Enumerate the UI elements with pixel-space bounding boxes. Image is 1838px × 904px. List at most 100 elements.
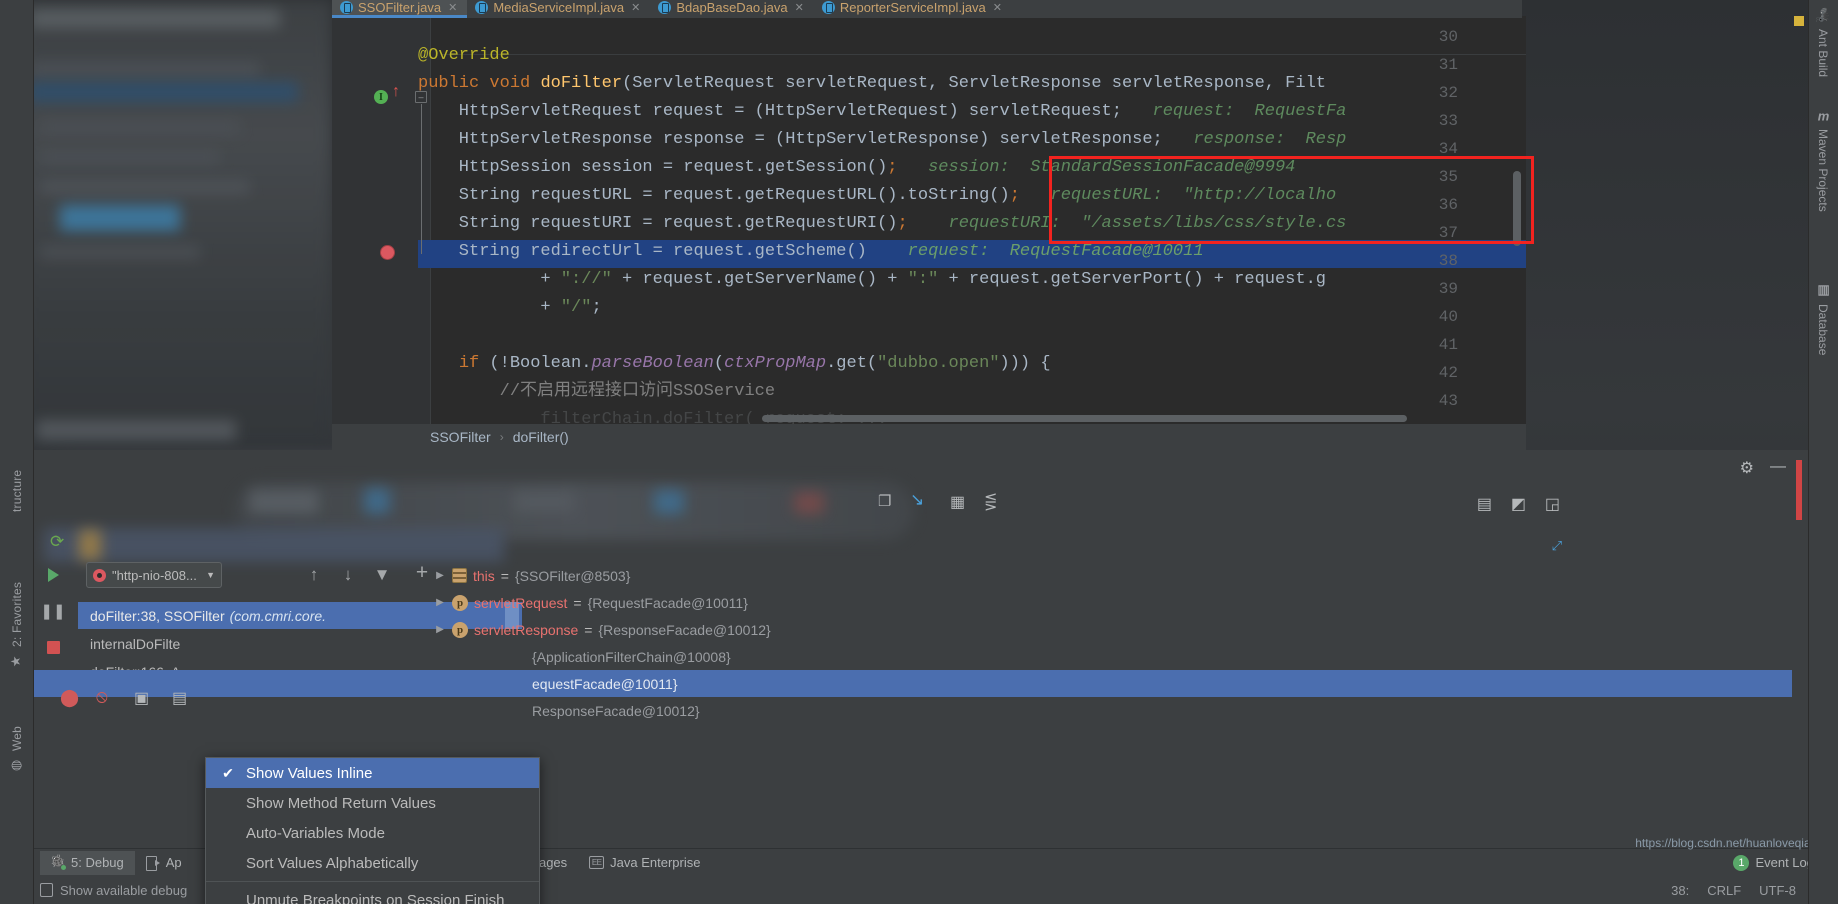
debugger-settings-context-menu[interactable]: ✔ Show Values Inline Show Method Return …: [205, 757, 540, 904]
screenshot-camera-icon[interactable]: ▣: [134, 688, 149, 708]
error-stripe-marker[interactable]: [1796, 460, 1802, 520]
close-icon[interactable]: ✕: [448, 1, 457, 14]
editor-tab-bar[interactable]: SSOFilter.java ✕ MediaServiceImpl.java ✕…: [332, 0, 1522, 18]
debug-run-controls[interactable]: ❚❚ ⬤: [34, 522, 70, 772]
event-count-badge: 1: [1733, 854, 1750, 871]
variable-row[interactable]: equestFacade@10011}: [34, 670, 1792, 697]
step-out-icon[interactable]: ↘: [910, 490, 924, 510]
warning-stripe-marker[interactable]: [1794, 16, 1804, 26]
line-separator[interactable]: CRLF: [1707, 883, 1741, 898]
right-tool-window-bar[interactable]: 🐜 Ant Build m Maven Projects ▤ Database: [1808, 0, 1838, 904]
stop-button[interactable]: [40, 634, 66, 660]
menu-item-show-values-inline[interactable]: ✔ Show Values Inline: [206, 758, 539, 788]
sidebar-item-label: tructure: [10, 469, 24, 512]
breadcrumb-class[interactable]: SSOFilter: [430, 429, 491, 445]
maven-icon: m: [1817, 108, 1829, 124]
file-encoding[interactable]: UTF-8: [1759, 883, 1796, 898]
left-tool-window-bar[interactable]: tructure ★ 2: Favorites ◍ Web: [0, 0, 34, 904]
code-line-37: String requestURI = request.getRequestUR…: [418, 214, 1347, 233]
hide-icon[interactable]: ◲: [1545, 494, 1560, 514]
parameter-icon: p: [452, 594, 468, 611]
tool-window-application-servers[interactable]: Ap: [135, 851, 193, 875]
code-line-31: @Override: [418, 46, 510, 65]
expand-chevron-icon[interactable]: ▶: [434, 597, 446, 608]
sidebar-item-label: Database: [1816, 304, 1830, 356]
caret-position[interactable]: 38:: [1671, 883, 1689, 898]
frame-package: (com.cmri.core.: [229, 607, 327, 624]
tool-window-debug[interactable]: 5: Debug: [40, 850, 135, 875]
filter-frames-button[interactable]: ▼: [370, 562, 394, 586]
java-file-icon: [475, 0, 489, 14]
sidebar-item-web[interactable]: ◍ Web: [0, 686, 34, 772]
close-icon[interactable]: ✕: [631, 1, 640, 14]
layout-settings-icon[interactable]: ▤: [1477, 494, 1492, 514]
thread-selector-value: "http-nio-808...: [112, 567, 197, 583]
settings-gear-icon[interactable]: ⚙: [1740, 458, 1754, 478]
minimize-icon[interactable]: —: [1770, 458, 1786, 476]
mute-breakpoints-icon[interactable]: ⬤: [60, 688, 79, 708]
code-text-area[interactable]: @Override public void doFilter(ServletRe…: [418, 16, 1526, 424]
breakpoint-icon[interactable]: [380, 245, 395, 260]
variable-row[interactable]: ResponseFacade@10012}: [532, 697, 1790, 724]
watermark-text: https://blog.csdn.net/huanloveqiang: [1635, 836, 1824, 850]
step-down-frame-button[interactable]: ↓: [336, 562, 360, 586]
tool-window-label: Ap: [165, 855, 182, 870]
editor-vertical-scrollbar[interactable]: [1513, 171, 1521, 246]
tool-window-label: Java Enterprise: [610, 855, 701, 870]
variable-row[interactable]: {ApplicationFilterChain@10008}: [532, 643, 1790, 670]
editor-tab-2[interactable]: BdapBaseDao.java ✕: [650, 0, 814, 18]
menu-item-unmute-breakpoints-on-session-finish[interactable]: Unmute Breakpoints on Session Finish: [206, 885, 539, 904]
variable-row[interactable]: ▶ p servletRequest = {RequestFacade@1001…: [434, 589, 1692, 616]
menu-item-label: Show Values Inline: [246, 764, 373, 782]
tool-window-java-enterprise[interactable]: EE Java Enterprise: [578, 851, 711, 875]
sidebar-item-maven-projects[interactable]: m Maven Projects: [1808, 108, 1838, 270]
editor-gutter[interactable]: [332, 16, 430, 424]
chevron-down-icon[interactable]: ▼: [206, 570, 215, 580]
close-icon[interactable]: ✕: [795, 1, 804, 14]
pause-program-button[interactable]: ❚❚: [40, 598, 66, 624]
web-icon: ◍: [9, 756, 25, 772]
database-icon: ▤: [1815, 282, 1831, 297]
sidebar-item-database[interactable]: ▤ Database: [1808, 282, 1838, 394]
code-line-34: HttpServletResponse response = (HttpServ…: [418, 130, 1347, 149]
variable-row[interactable]: ▶ this = {SSOFilter@8503}: [434, 562, 1692, 589]
menu-item-auto-variables-mode[interactable]: Auto-Variables Mode: [206, 818, 539, 848]
editor-tab-label: MediaServiceImpl.java: [493, 0, 625, 15]
expand-chevron-icon[interactable]: ▶: [434, 624, 446, 635]
breadcrumb[interactable]: SSOFilter › doFilter(): [332, 424, 1526, 450]
close-icon[interactable]: ✕: [993, 1, 1002, 14]
hint-icon: [40, 883, 53, 897]
restore-layout-icon[interactable]: ◩: [1511, 494, 1526, 514]
implements-method-icon[interactable]: I: [374, 90, 388, 104]
console-icon[interactable]: ❐: [878, 492, 891, 510]
editor-horizontal-scrollbar[interactable]: [762, 415, 1407, 422]
equals-sign: =: [500, 567, 509, 584]
parameter-icon: p: [452, 621, 468, 638]
sidebar-item-ant-build[interactable]: 🐜 Ant Build: [1808, 6, 1838, 102]
layout-panels-icon[interactable]: ▤: [172, 688, 187, 708]
resume-program-button[interactable]: [40, 562, 66, 588]
sidebar-item-favorites[interactable]: ★ 2: Favorites: [0, 540, 34, 668]
editor-tab-0[interactable]: SSOFilter.java ✕: [332, 0, 468, 18]
sidebar-item-structure[interactable]: tructure: [0, 402, 34, 512]
menu-item-show-method-return-values[interactable]: Show Method Return Values: [206, 788, 539, 818]
editor-tab-3[interactable]: ReporterServiceImpl.java ✕: [814, 0, 1012, 18]
variable-name: servletRequest: [474, 594, 568, 611]
expand-icon[interactable]: ⤢: [1552, 538, 1562, 554]
add-watch-button[interactable]: +: [410, 560, 434, 584]
table-view-icon[interactable]: ▦: [950, 492, 965, 512]
tool-window-label: 5: Debug: [71, 855, 124, 870]
expand-chevron-icon[interactable]: ▶: [434, 570, 446, 581]
rerun-icon[interactable]: ⟳: [50, 532, 64, 552]
editor-tab-1[interactable]: MediaServiceImpl.java ✕: [467, 0, 650, 18]
breadcrumb-method[interactable]: doFilter(): [513, 429, 569, 445]
thread-selector[interactable]: "http-nio-808... ▼: [86, 562, 222, 588]
java-ee-icon: EE: [589, 856, 605, 869]
group-by-icon[interactable]: ⋚: [984, 492, 997, 512]
star-icon: ★: [9, 652, 25, 668]
variable-row[interactable]: ▶ p servletResponse = {ResponseFacade@10…: [434, 616, 1692, 643]
step-up-frame-button[interactable]: ↑: [302, 562, 326, 586]
menu-item-sort-values-alphabetically[interactable]: Sort Values Alphabetically: [206, 848, 539, 878]
code-editor[interactable]: 30 31 32 33 34 35 36 37 38 39 40 41 42 4…: [332, 16, 1526, 424]
mute-breakpoints-slash-icon[interactable]: ⦸: [96, 686, 108, 707]
